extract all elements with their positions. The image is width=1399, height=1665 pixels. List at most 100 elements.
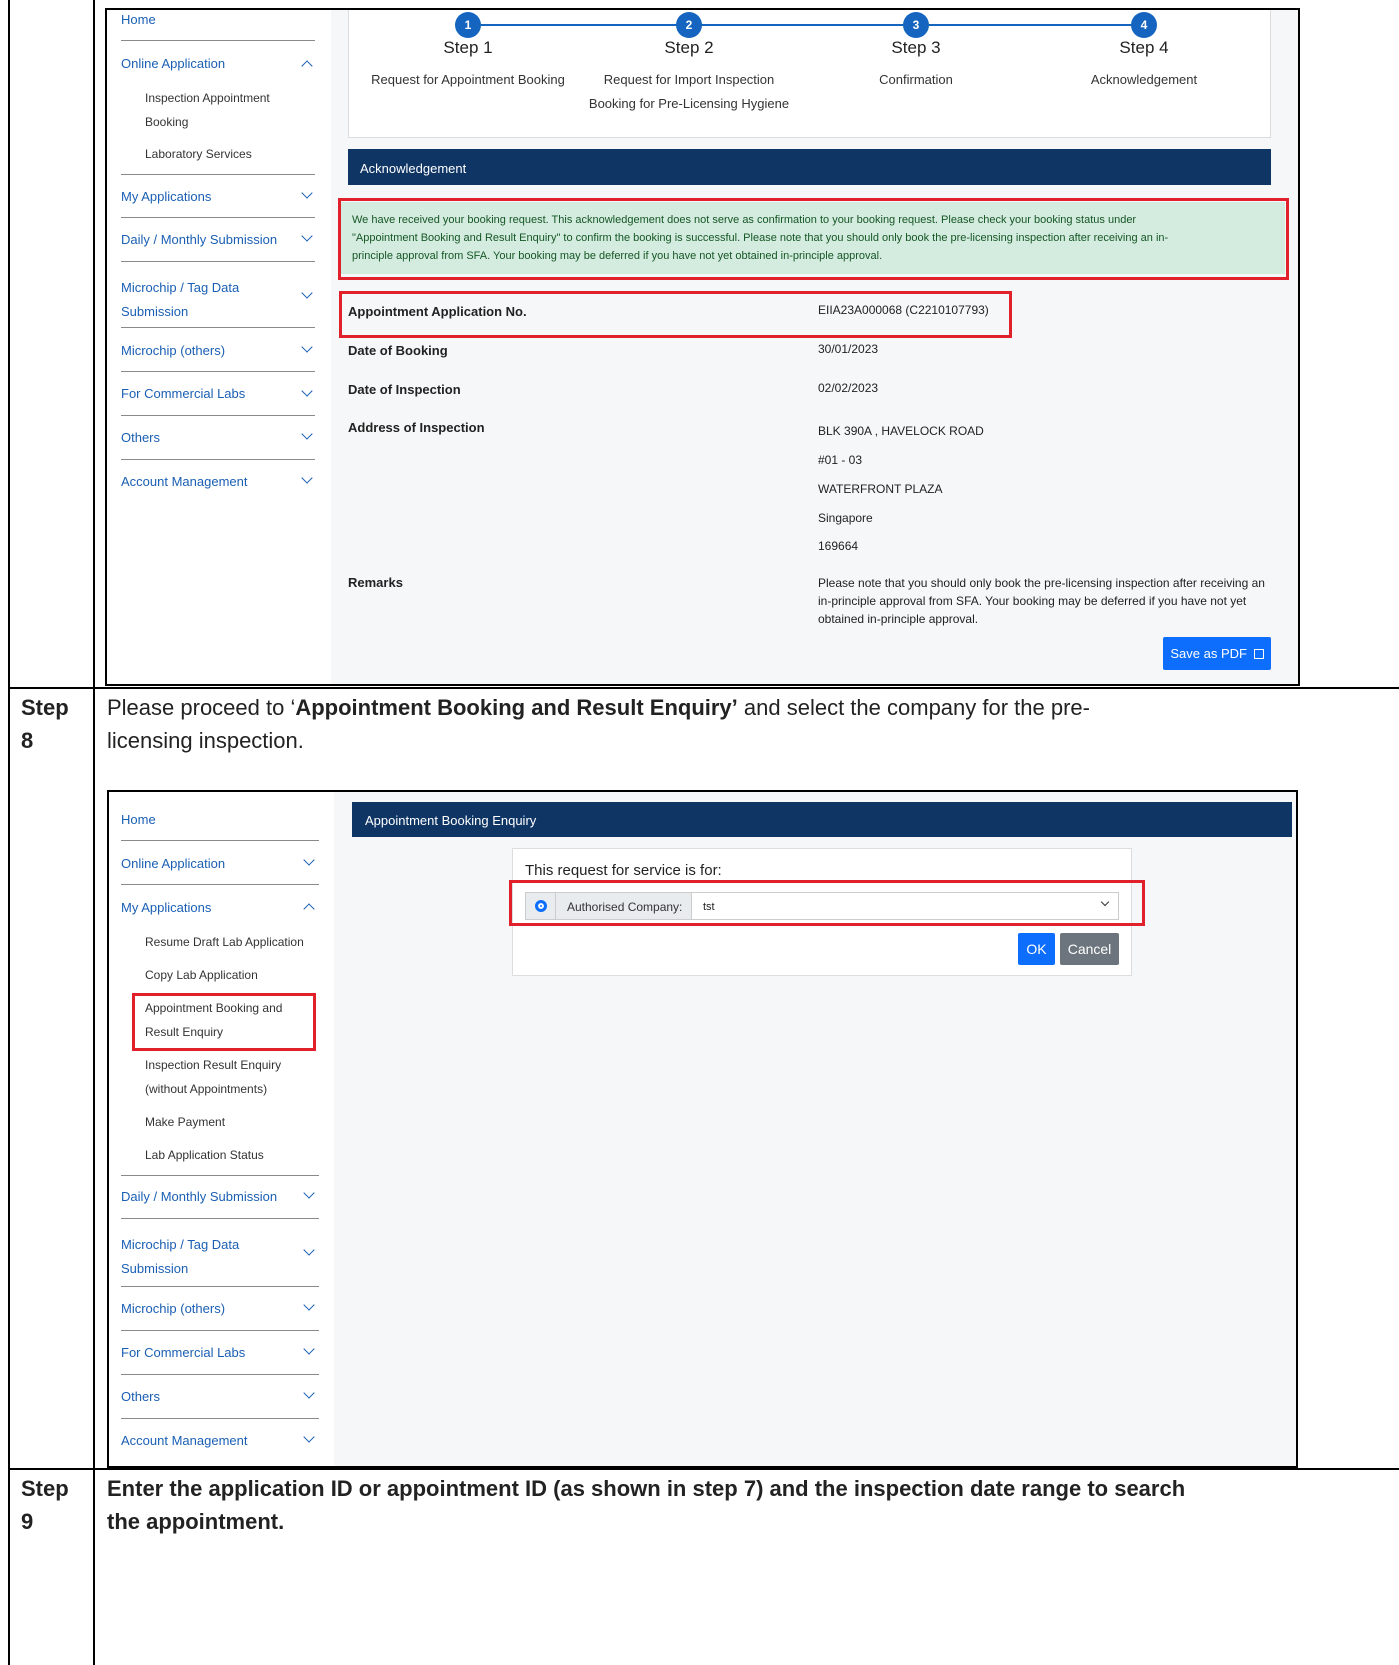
step-4-circle: 4 bbox=[1131, 12, 1157, 38]
chevron-down-icon[interactable] bbox=[303, 1387, 315, 1399]
nav-sub-inspection-result[interactable]: Inspection Result Enquiry (without Appoin… bbox=[145, 1053, 281, 1101]
nav-divider bbox=[121, 261, 315, 262]
highlight-box bbox=[132, 993, 316, 1051]
step-3-title: Step 3 bbox=[891, 38, 941, 57]
chevron-down-icon[interactable] bbox=[301, 230, 313, 242]
highlight-box bbox=[509, 880, 1145, 926]
external-link-icon bbox=[1253, 649, 1264, 659]
chevron-down-icon[interactable] bbox=[303, 1299, 315, 1311]
chevron-up-icon[interactable] bbox=[301, 60, 313, 72]
step-2-desc: Request for Import Inspection Booking for… bbox=[559, 68, 819, 116]
chevron-down-icon[interactable] bbox=[301, 385, 313, 397]
step-2-circle: 2 bbox=[676, 12, 702, 38]
nav-microchip-others[interactable]: Microchip (others) bbox=[121, 1301, 225, 1316]
step-3-desc: Confirmation bbox=[879, 72, 953, 87]
sidebar-nav: Home Online Application My Applications … bbox=[121, 792, 331, 1466]
nav-divider bbox=[121, 459, 315, 460]
nav-sub-copy-lab[interactable]: Copy Lab Application bbox=[145, 963, 258, 987]
remarks-label: Remarks bbox=[348, 575, 403, 590]
step-8-instruction: Please proceed to ‘Appointment Booking a… bbox=[107, 691, 1387, 757]
table-column-divider bbox=[93, 0, 95, 1665]
nav-sub-line: (without Appointments) bbox=[145, 1082, 268, 1096]
nav-my-applications[interactable]: My Applications bbox=[121, 189, 211, 204]
nav-microchip-others[interactable]: Microchip (others) bbox=[121, 343, 225, 358]
nav-divider bbox=[121, 217, 315, 218]
acknowledgement-header bbox=[348, 149, 1271, 185]
nav-line: Submission bbox=[121, 304, 189, 319]
service-question: This request for service is for: bbox=[525, 862, 722, 879]
nav-others[interactable]: Others bbox=[121, 430, 160, 445]
step-9-instruction: Enter the application ID or appointment … bbox=[107, 1472, 1392, 1538]
instruction-line: Please proceed to ‘Appointment Booking a… bbox=[107, 691, 1387, 724]
chevron-down-icon[interactable] bbox=[301, 187, 313, 199]
screenshot-booking-enquiry: Home Online Application My Applications … bbox=[107, 790, 1298, 1468]
chevron-down-icon[interactable] bbox=[303, 1244, 315, 1256]
nav-home[interactable]: Home bbox=[121, 812, 156, 827]
nav-commercial-labs[interactable]: For Commercial Labs bbox=[121, 1345, 245, 1360]
nav-microchip-tag[interactable]: Microchip / Tag Data Submission bbox=[121, 1233, 239, 1281]
main-panel: 1 Step 1 Request for Appointment Booking… bbox=[331, 10, 1298, 684]
step-2-desc-line: Booking for Pre-Licensing Hygiene bbox=[588, 96, 790, 111]
nav-line: Microchip / Tag Data bbox=[121, 280, 240, 295]
nav-divider bbox=[121, 40, 315, 41]
sidebar-nav: Home Online Application Inspection Appoi… bbox=[121, 10, 331, 684]
date-booking-label: Date of Booking bbox=[348, 343, 448, 358]
date-inspection-value: 02/02/2023 bbox=[818, 381, 879, 395]
step-4-title: Step 4 bbox=[1119, 38, 1169, 57]
acknowledgement-header-title: Acknowledgement bbox=[360, 161, 467, 176]
remarks-line: in-principle approval from SFA. Your boo… bbox=[818, 594, 1247, 608]
nav-line: Microchip / Tag Data bbox=[121, 1237, 240, 1252]
table-border-left bbox=[8, 0, 10, 1665]
table-row-divider bbox=[8, 1468, 1399, 1470]
cancel-button[interactable]: Cancel bbox=[1060, 933, 1119, 965]
date-inspection-label: Date of Inspection bbox=[348, 382, 461, 397]
nav-others[interactable]: Others bbox=[121, 1389, 160, 1404]
nav-daily-monthly[interactable]: Daily / Monthly Submission bbox=[121, 232, 277, 247]
nav-divider bbox=[121, 840, 319, 841]
step-1-title: Step 1 bbox=[443, 38, 493, 57]
ok-button[interactable]: OK bbox=[1018, 933, 1055, 965]
nav-microchip-tag[interactable]: Microchip / Tag Data Submission bbox=[121, 276, 239, 324]
highlight-box bbox=[338, 198, 1289, 280]
nav-sub-inspection-booking[interactable]: Inspection Appointment Booking bbox=[145, 86, 270, 134]
instruction-line: the appointment. bbox=[107, 1509, 285, 1534]
nav-sub-resume-draft[interactable]: Resume Draft Lab Application bbox=[145, 930, 304, 954]
nav-commercial-labs[interactable]: For Commercial Labs bbox=[121, 386, 245, 401]
step-1-desc: Request for Appointment Booking bbox=[371, 72, 565, 87]
nav-divider bbox=[121, 1374, 319, 1375]
nav-my-applications[interactable]: My Applications bbox=[121, 900, 211, 915]
chevron-up-icon[interactable] bbox=[303, 903, 315, 915]
nav-account-management[interactable]: Account Management bbox=[121, 474, 247, 489]
remarks-line: obtained in-principle approval. bbox=[818, 612, 979, 626]
chevron-down-icon[interactable] bbox=[301, 428, 313, 440]
nav-sub-lab-status[interactable]: Lab Application Status bbox=[145, 1143, 264, 1167]
address-line: 169664 bbox=[818, 539, 859, 553]
address-line: Singapore bbox=[818, 511, 873, 525]
save-pdf-button[interactable]: Save as PDF bbox=[1163, 637, 1271, 670]
nav-divider bbox=[121, 1418, 319, 1419]
chevron-down-icon[interactable] bbox=[303, 1431, 315, 1443]
chevron-down-icon[interactable] bbox=[301, 287, 313, 299]
nav-online-application[interactable]: Online Application bbox=[121, 856, 225, 871]
chevron-down-icon[interactable] bbox=[303, 854, 315, 866]
nav-account-management[interactable]: Account Management bbox=[121, 1433, 247, 1448]
nav-online-application[interactable]: Online Application bbox=[121, 56, 225, 71]
nav-sub-make-payment[interactable]: Make Payment bbox=[145, 1110, 225, 1134]
nav-sub-laboratory-services[interactable]: Laboratory Services bbox=[145, 142, 252, 166]
step-1-circle: 1 bbox=[455, 12, 481, 38]
remarks-line: Please note that you should only book th… bbox=[818, 576, 1265, 590]
chevron-down-icon[interactable] bbox=[301, 341, 313, 353]
chevron-down-icon[interactable] bbox=[301, 472, 313, 484]
nav-divider bbox=[121, 1330, 319, 1331]
stepper-connector bbox=[468, 24, 1145, 26]
chevron-down-icon[interactable] bbox=[303, 1343, 315, 1355]
enquiry-header-title: Appointment Booking Enquiry bbox=[365, 813, 537, 828]
step-2-title: Step 2 bbox=[664, 38, 714, 57]
nav-home[interactable]: Home bbox=[121, 12, 156, 27]
nav-daily-monthly[interactable]: Daily / Monthly Submission bbox=[121, 1189, 277, 1204]
chevron-down-icon[interactable] bbox=[303, 1187, 315, 1199]
step-label-line: Step bbox=[21, 695, 69, 720]
nav-divider bbox=[121, 1218, 319, 1219]
highlight-box bbox=[339, 291, 1012, 338]
instruction-text: and select the company for the pre- bbox=[737, 695, 1090, 720]
